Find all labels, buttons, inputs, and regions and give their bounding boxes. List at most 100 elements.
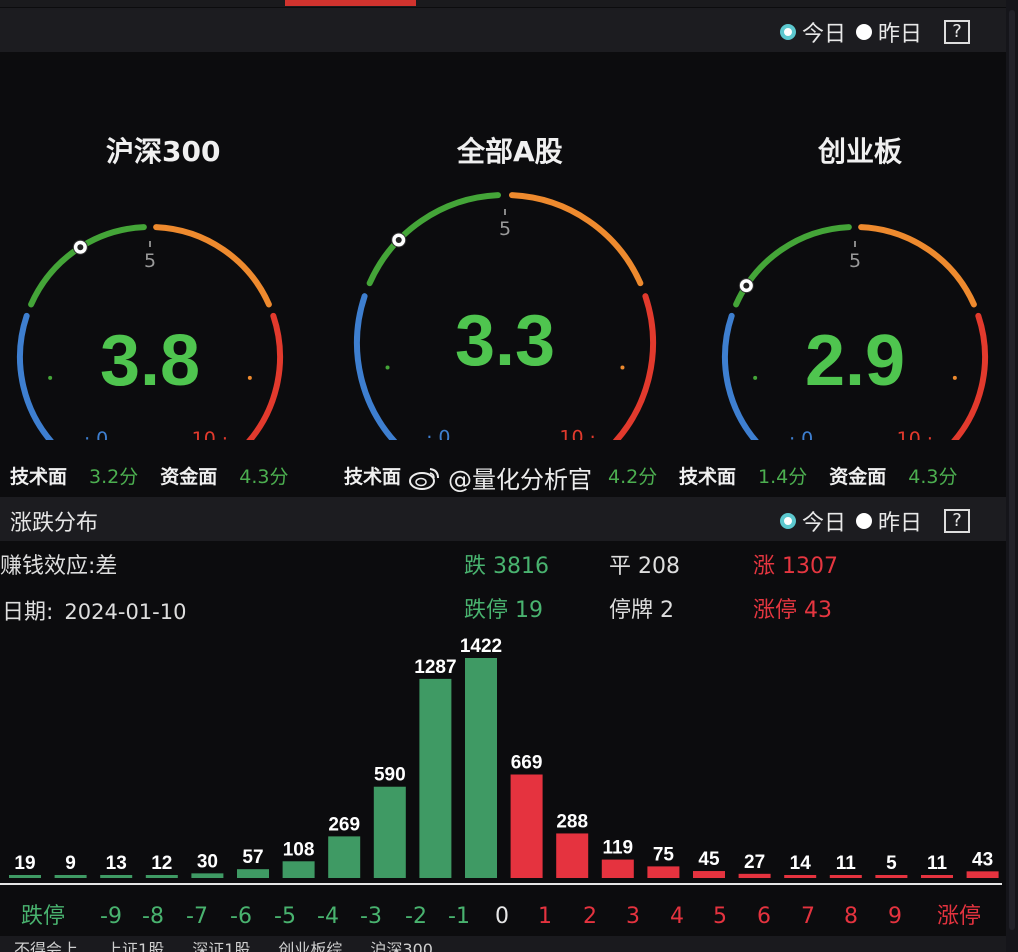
bar-value-label: 27 [744,852,765,873]
tech-value: 1.4分 [758,466,808,488]
bar-10[interactable] [465,658,497,878]
bar-5[interactable] [237,869,269,878]
fund-value: 4.3分 [239,466,289,488]
watermark: @量化分析官 [408,460,592,495]
help-icon[interactable]: ? [944,509,970,533]
bar-18[interactable] [829,875,862,878]
bar-value-label: 13 [106,853,127,874]
radio-yesterday[interactable]: 昨日 [855,16,922,48]
gauge-segment-green [733,224,852,308]
x-tick-label: 1 [538,904,552,929]
x-tick-label: 8 [844,904,858,929]
x-tick-label: -3 [360,904,382,929]
bar-11[interactable] [510,774,543,878]
fund-label: 资金面 [160,466,218,488]
radio-today[interactable]: 今日 [779,505,846,537]
bar-0[interactable] [9,875,41,878]
radio-yesterday[interactable]: 昨日 [855,505,922,537]
distribution-header-bar: 涨跌分布 今日 昨日 ? [0,497,1006,541]
bar-16[interactable] [738,873,771,878]
scrollbar-thumb[interactable] [1009,10,1015,930]
radio-yesterday-label: 昨日 [877,22,922,47]
bar-value-label: 43 [972,849,993,870]
gauge-all-a: 5 · 0 10 · 3.3 [354,192,656,440]
bar-4[interactable] [191,873,224,878]
bar-21[interactable] [966,871,999,878]
score-row-hs300: 技术面 3.2分 资金面 4.3分 [10,462,288,489]
bar-value-label: 14 [790,853,812,874]
tech-label: 技术面 [679,466,737,488]
bar-13[interactable] [601,859,634,878]
bar-1[interactable] [54,875,87,878]
bar-12[interactable] [556,833,589,878]
tech-label: 技术面 [10,466,68,488]
x-tick-label: 3 [626,904,640,929]
tech-label: 技术面 [344,466,402,488]
gauge-mid-label: 5 [144,250,156,272]
bar-3[interactable] [145,875,178,878]
x-tick-label: -6 [230,904,252,929]
gauge-max-label: 10 · [192,428,228,440]
bottom-tab[interactable]: 创业板综 [264,942,356,952]
bar-value-label: 12 [151,853,172,874]
bar-19[interactable] [875,875,908,878]
gauge-chinext: 5 · 0 10 · 2.9 [722,224,988,440]
bottom-tab[interactable]: 不得会上 [0,942,92,952]
gauge-tick-dot [247,375,252,380]
bar-8[interactable] [373,786,406,878]
bar-17[interactable] [784,875,817,878]
bar-7[interactable] [328,836,361,878]
bar-value-label: 590 [374,765,406,786]
gauge-mid-label: 5 [849,250,861,272]
gauge-segment-orange [858,224,977,308]
bottom-tab[interactable]: 深证1股 [178,942,264,952]
x-tick-label: 涨停 [937,904,981,929]
bar-9[interactable] [419,678,452,878]
flat-count: 平 208 [609,554,680,579]
bar-15[interactable] [693,871,725,878]
help-icon[interactable]: ? [944,20,970,44]
gauge-period-radios: 今日 昨日 ? [779,16,970,48]
gauge-tick-dot [753,375,758,380]
bar-value-label: 1287 [414,657,456,678]
radio-today-label: 今日 [801,22,846,47]
gauge-segment-orange [508,192,644,287]
tech-value: 3.2分 [89,466,139,488]
top-strip [0,0,1006,7]
gauge-min-label: · 0 [426,427,450,440]
gauge-segment-red [612,293,656,440]
gauge-title-hs300: 沪深300 [106,135,221,168]
radio-unselected-icon [855,24,872,40]
up-count: 涨 1307 [753,554,838,579]
gauge-header-bar: 今日 昨日 ? [0,8,1006,52]
x-tick-label: 跌停 [21,904,65,929]
gauge-value: 2.9 [805,321,905,401]
radio-selected-icon [779,24,796,40]
gauge-hs300: 5 · 0 10 · 3.8 [17,224,283,440]
bar-value-label: 119 [602,838,633,859]
bottom-tab[interactable]: 上证1股 [92,942,178,952]
gauge-segment-green [366,192,502,287]
bar-2[interactable] [100,875,133,878]
down-count: 跌 3816 [464,554,549,579]
gauge-segment-blue [722,312,759,440]
radio-unselected-icon [855,513,872,529]
radio-today[interactable]: 今日 [779,16,846,48]
gauge-needle-center [77,244,84,251]
bar-value-label: 669 [511,752,543,773]
gauge-value: 3.8 [100,321,200,401]
score-row-all-a: 技术面 [344,462,401,489]
bar-6[interactable] [282,861,315,878]
bar-value-label: 269 [328,814,360,835]
gauge-title-all-a: 全部A股 [457,135,563,168]
radio-yesterday-label: 昨日 [877,511,922,536]
scrollbar[interactable] [1006,0,1018,952]
bar-20[interactable] [921,875,953,878]
x-tick-label: 0 [495,904,509,929]
bottom-tab[interactable]: 沪深300 [356,942,447,952]
gauge-mid-label: 5 [499,218,511,240]
gauge-needle-center [395,237,402,244]
bar-14[interactable] [647,866,680,878]
x-tick-label: 7 [801,904,815,929]
bar-value-label: 9 [65,853,76,874]
